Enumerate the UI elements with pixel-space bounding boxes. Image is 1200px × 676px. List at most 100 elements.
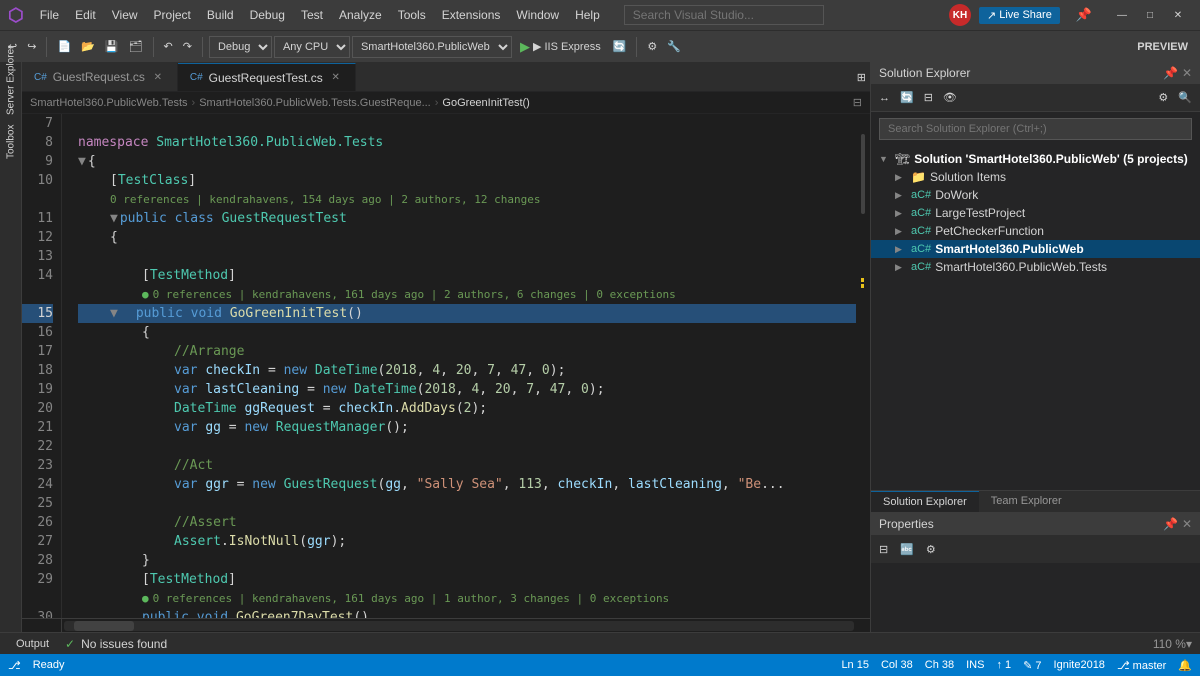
breadcrumb-project[interactable]: SmartHotel360.PublicWeb.Tests xyxy=(30,97,188,109)
user-avatar[interactable]: KH xyxy=(949,4,971,26)
preview-button[interactable]: PREVIEW xyxy=(1129,39,1196,55)
split-editor-button[interactable]: ⊞ xyxy=(853,63,870,91)
git-icon-area[interactable]: ⎇ xyxy=(8,659,21,672)
solution-explorer-tabs: Solution Explorer Team Explorer xyxy=(871,490,1200,512)
editor-scrollbar[interactable] xyxy=(856,114,870,618)
close-tab-guestrequesttest[interactable]: ✕ xyxy=(329,71,343,85)
tree-item-publicwebtests[interactable]: ▶ aC# SmartHotel360.PublicWeb.Tests xyxy=(871,258,1200,276)
tree-arrow-solution-items: ▶ xyxy=(895,172,907,183)
tab-team-explorer[interactable]: Team Explorer xyxy=(979,491,1074,512)
menu-edit[interactable]: Edit xyxy=(67,4,104,26)
tree-item-solution[interactable]: ▼ 🏗 Solution 'SmartHotel360.PublicWeb' (… xyxy=(871,150,1200,168)
tree-item-solution-items[interactable]: ▶ 📁 Solution Items xyxy=(871,168,1200,186)
menu-tools[interactable]: Tools xyxy=(390,4,434,26)
toolbox-icon[interactable]: Toolbox xyxy=(1,132,21,152)
se-collapse-button[interactable]: ⊟ xyxy=(920,89,937,106)
line-numbers: 7 8 9 10 11 12 13 14 15 16 17 18 19 20 2… xyxy=(22,114,62,618)
debug-config-dropdown[interactable]: Debug xyxy=(209,36,272,58)
col-status[interactable]: Col 38 xyxy=(881,659,913,671)
code-editor[interactable]: 7 8 9 10 11 12 13 14 15 16 17 18 19 20 2… xyxy=(22,114,870,618)
live-share-label: Live Share xyxy=(999,9,1052,21)
se-close-icon[interactable]: ✕ xyxy=(1182,66,1192,80)
platform-dropdown[interactable]: Any CPU xyxy=(274,36,350,58)
prop-category-button[interactable]: ⊟ xyxy=(875,541,892,558)
ln-col-status[interactable]: Ln 15 xyxy=(841,659,869,671)
menu-build[interactable]: Build xyxy=(199,4,242,26)
menu-test[interactable]: Test xyxy=(293,4,331,26)
split-button[interactable]: ⊟ xyxy=(853,96,862,109)
forward-button[interactable]: ↪ xyxy=(23,38,40,55)
zoom-dropdown-arrow[interactable]: ▾ xyxy=(1186,637,1192,651)
project-dropdown[interactable]: SmartHotel360.PublicWeb xyxy=(352,36,512,58)
prop-alpha-button[interactable]: 🔤 xyxy=(896,541,918,558)
minimize-button[interactable]: — xyxy=(1108,5,1136,25)
breadcrumb-method[interactable]: GoGreenInitTest() xyxy=(442,97,529,109)
vs-logo: ⬡ xyxy=(8,5,24,26)
run-button[interactable]: ▶ ▶ IIS Express xyxy=(514,37,607,57)
menu-analyze[interactable]: Analyze xyxy=(331,4,390,26)
tree-item-petchecker[interactable]: ▶ aC# PetCheckerFunction xyxy=(871,222,1200,240)
toolbar-separator-2 xyxy=(153,37,154,57)
code-line-22 xyxy=(78,437,856,456)
close-button[interactable]: ✕ xyxy=(1164,5,1192,25)
save-all-button[interactable]: 🗂 xyxy=(125,38,147,55)
properties-title: Properties xyxy=(879,517,934,531)
tree-arrow-dowork: ▶ xyxy=(895,190,907,201)
dowork-label: DoWork xyxy=(935,188,978,202)
flame-env[interactable]: Ignite2018 xyxy=(1054,659,1105,671)
maximize-button[interactable]: □ xyxy=(1136,5,1164,25)
prop-properties-button[interactable]: ⚙ xyxy=(922,541,940,558)
se-properties-button[interactable]: ⚙ xyxy=(1154,89,1172,106)
notification-bell-icon[interactable]: 🔔 xyxy=(1178,659,1192,672)
ins-status[interactable]: INS xyxy=(966,659,984,671)
toolbar: ↩ ↪ 📄 📂 💾 🗂 ↶ ↷ Debug Any CPU SmartHotel… xyxy=(0,30,1200,62)
prop-close-icon[interactable]: ✕ xyxy=(1182,517,1192,531)
up-count[interactable]: ↑ 1 xyxy=(996,659,1011,671)
se-search-icon[interactable]: 🔍 xyxy=(1174,89,1196,106)
dowork-icon: aC# xyxy=(911,189,931,201)
breadcrumb-class[interactable]: SmartHotel360.PublicWeb.Tests.GuestReque… xyxy=(199,97,431,109)
menu-debug[interactable]: Debug xyxy=(242,4,293,26)
server-explorer-icon[interactable]: Server Explorer xyxy=(1,70,21,90)
se-sync-button[interactable]: ↔ xyxy=(875,90,894,106)
branch-status[interactable]: ⎇ master xyxy=(1117,659,1166,672)
menu-file[interactable]: File xyxy=(32,4,67,26)
toolbar-more-buttons[interactable]: ⚙ xyxy=(643,38,661,55)
tab-solution-explorer[interactable]: Solution Explorer xyxy=(871,491,979,512)
menu-window[interactable]: Window xyxy=(508,4,567,26)
tree-item-dowork[interactable]: ▶ aC# DoWork xyxy=(871,186,1200,204)
solution-label: Solution 'SmartHotel360.PublicWeb' (5 pr… xyxy=(914,152,1188,166)
tab-guestrequesttest[interactable]: C# GuestRequestTest.cs ✕ xyxy=(178,63,356,91)
publicwebtests-label: SmartHotel360.PublicWeb.Tests xyxy=(935,260,1107,274)
menu-help[interactable]: Help xyxy=(567,4,608,26)
menu-extensions[interactable]: Extensions xyxy=(434,4,509,26)
close-tab-guestrequest[interactable]: ✕ xyxy=(151,70,165,84)
solution-explorer-search-input[interactable] xyxy=(879,118,1192,140)
output-tab[interactable]: Output xyxy=(8,636,57,652)
save-button[interactable]: 💾 xyxy=(101,38,123,55)
code-text[interactable]: namespace SmartHotel360.PublicWeb.Tests … xyxy=(62,114,856,618)
pin-icon[interactable]: 📌 xyxy=(1068,3,1100,27)
tree-item-publicweb[interactable]: ▶ aC# SmartHotel360.PublicWeb xyxy=(871,240,1200,258)
live-share-button[interactable]: ↗ Live Share xyxy=(979,7,1060,24)
undo-button[interactable]: ↶ xyxy=(160,38,177,55)
code-line-14-meta: ● 0 references | kendrahavens, 161 days … xyxy=(78,285,856,304)
se-refresh-button[interactable]: 🔄 xyxy=(896,89,918,106)
prop-pin-icon[interactable]: 📌 xyxy=(1163,517,1178,531)
titlebar: ⬡ File Edit View Project Build Debug Tes… xyxy=(0,0,1200,30)
se-pin-icon[interactable]: 📌 xyxy=(1163,66,1178,80)
tree-item-largetestproject[interactable]: ▶ aC# LargeTestProject xyxy=(871,204,1200,222)
se-show-all-button[interactable]: 👁 xyxy=(939,89,961,106)
toolbar-extra[interactable]: 🔧 xyxy=(663,38,685,55)
ch-status[interactable]: Ch 38 xyxy=(925,659,954,671)
open-file-button[interactable]: 📂 xyxy=(77,38,99,55)
menu-project[interactable]: Project xyxy=(146,4,199,26)
global-search-input[interactable] xyxy=(624,5,824,25)
menu-view[interactable]: View xyxy=(104,4,146,26)
new-file-button[interactable]: 📄 xyxy=(53,38,75,55)
changes-count[interactable]: ✎ 7 xyxy=(1023,659,1041,672)
redo-button[interactable]: ↷ xyxy=(179,38,196,55)
tab-guestrequest[interactable]: C# GuestRequest.cs ✕ xyxy=(22,63,178,91)
refresh-button[interactable]: 🔄 xyxy=(609,38,631,55)
code-line-27: Assert.IsNotNull(ggr); xyxy=(78,532,856,551)
